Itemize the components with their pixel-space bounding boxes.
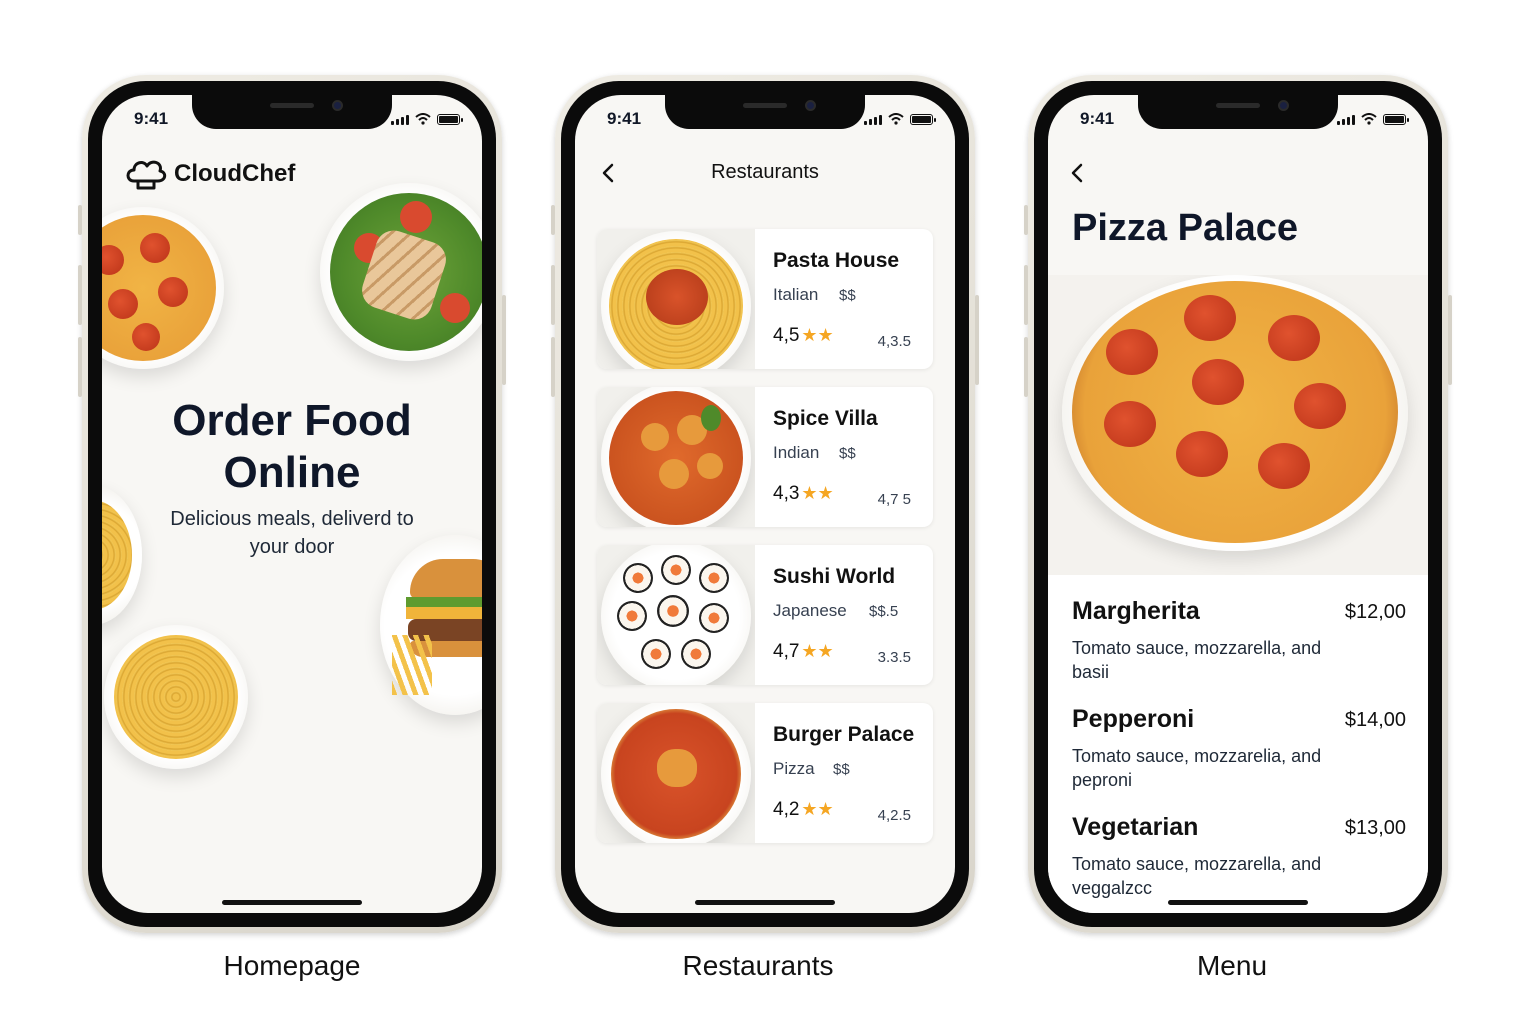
restaurant-thumbnail xyxy=(597,545,755,685)
pasta-bowl-image xyxy=(104,625,248,769)
restaurant-name: Spice Villa xyxy=(773,407,878,430)
home-indicator[interactable] xyxy=(695,900,835,905)
star-icon: ★★ xyxy=(801,799,834,819)
notch xyxy=(1138,95,1338,129)
brand-name: CloudChef xyxy=(174,160,296,187)
menu-item-price: $13,00 xyxy=(1344,817,1406,839)
phone-restaurants: 9:41 Restaurants Pasta House Italian $$ xyxy=(551,75,979,933)
side-pasta-plate-image xyxy=(102,485,142,625)
restaurant-distance: 4,3.5 xyxy=(877,333,911,350)
menu-item[interactable]: Pepperoni $14,00 Tomato sauce, mozzareli… xyxy=(1072,705,1406,792)
phone-homepage: 9:41 CloudChef Order Food Online Delicio… xyxy=(78,75,506,933)
restaurant-distance: 4,2.5 xyxy=(877,807,911,824)
star-icon: ★★ xyxy=(801,641,834,661)
status-time: 9:41 xyxy=(607,109,642,128)
caption-restaurants: Restaurants xyxy=(682,950,834,981)
status-bar xyxy=(1337,113,1409,125)
restaurants-screen: 9:41 Restaurants Pasta House Italian $$ xyxy=(575,95,955,913)
signal-icon xyxy=(864,115,882,125)
menu-item[interactable]: Margherita $12,00 Tomato sauce, mozzarel… xyxy=(1072,597,1406,684)
menu-list: Margherita $12,00 Tomato sauce, mozzarel… xyxy=(1048,575,1428,913)
restaurant-card-spice-villa[interactable]: Spice Villa Indian $$ 4,3 ★★ 4,7 5 xyxy=(597,387,933,527)
restaurant-rating: 4,3 ★★ xyxy=(773,483,834,504)
restaurant-price: $$ xyxy=(839,287,856,304)
home-indicator[interactable] xyxy=(222,900,362,905)
restaurant-cuisine: Japanese xyxy=(773,601,847,620)
homepage-screen: 9:41 CloudChef Order Food Online Delicio… xyxy=(102,95,482,913)
restaurant-title: Pizza Palace xyxy=(1072,207,1299,249)
restaurant-card-sushi-world[interactable]: Sushi World Japanese $$.5 4,7 ★★ 3.3.5 xyxy=(597,545,933,685)
restaurant-distance: 4,7 5 xyxy=(877,491,911,508)
pizza-hero-image xyxy=(1048,275,1428,575)
hero-title: Order Food Online xyxy=(172,396,412,497)
burger-plate-image xyxy=(380,535,482,715)
restaurant-cuisine: Indian xyxy=(773,443,820,462)
notch xyxy=(665,95,865,129)
wifi-icon xyxy=(888,113,904,125)
back-chevron-icon[interactable] xyxy=(1066,159,1090,187)
status-bar xyxy=(864,113,936,125)
star-icon: ★★ xyxy=(801,325,834,345)
restaurant-price: $$.5 xyxy=(869,603,899,620)
restaurant-card-burger-palace[interactable]: Burger Palace Pizza $$ 4,2 ★★ 4,2.5 xyxy=(597,703,933,843)
salad-bowl-image xyxy=(320,183,482,361)
restaurant-thumbnail xyxy=(597,229,755,369)
restaurant-card-pasta-house[interactable]: Pasta House Italian $$ 4,5 ★★ 4,3.5 xyxy=(597,229,933,369)
restaurant-cuisine: Italian xyxy=(773,285,819,304)
menu-item-description: Tomato sauce, mozzarelia, and peproni xyxy=(1072,746,1322,790)
status-time: 9:41 xyxy=(1080,109,1115,128)
home-indicator[interactable] xyxy=(1168,900,1308,905)
restaurant-rating: 4,2 ★★ xyxy=(773,799,834,820)
restaurant-thumbnail xyxy=(597,703,755,843)
restaurant-name: Pasta House xyxy=(773,249,900,272)
menu-item-description: Tomato sauce, mozzarella, and basii xyxy=(1072,638,1322,682)
restaurant-price: $$ xyxy=(833,761,850,778)
battery-icon xyxy=(1383,114,1409,125)
battery-icon xyxy=(437,114,463,125)
battery-icon xyxy=(910,114,936,125)
star-icon: ★★ xyxy=(801,483,834,503)
hero-subtitle: Delicious meals, deliverd to your door xyxy=(170,508,414,558)
restaurant-name: Burger Palace xyxy=(773,723,915,746)
restaurant-price: $$ xyxy=(839,445,856,462)
status-bar xyxy=(391,113,463,125)
signal-icon xyxy=(391,115,409,125)
page-title: Restaurants xyxy=(711,161,819,183)
restaurant-name: Sushi World xyxy=(773,565,896,588)
caption-menu: Menu xyxy=(1196,950,1268,981)
menu-screen: 9:41 Pizza Palace Margherita $12,00 Toma… xyxy=(1048,95,1428,913)
pizza-plate-image xyxy=(102,207,224,369)
restaurant-cuisine: Pizza xyxy=(773,759,815,778)
restaurant-thumbnail xyxy=(597,387,755,527)
restaurant-rating: 4,5 ★★ xyxy=(773,325,834,346)
signal-icon xyxy=(1337,115,1355,125)
menu-item-price: $14,00 xyxy=(1344,709,1406,731)
phone-menu: 9:41 Pizza Palace Margherita $12,00 Toma… xyxy=(1024,75,1452,933)
status-time: 9:41 xyxy=(134,109,169,128)
menu-item-description: Tomato sauce, mozzarella, and veggalzcc xyxy=(1072,854,1322,898)
wifi-icon xyxy=(415,113,431,125)
brand-logo[interactable]: CloudChef xyxy=(124,157,295,191)
restaurant-distance: 3.3.5 xyxy=(877,649,911,666)
wifi-icon xyxy=(1361,113,1377,125)
menu-item[interactable]: Vegetarian $13,00 Tomato sauce, mozzarel… xyxy=(1072,813,1406,900)
notch xyxy=(192,95,392,129)
menu-item-price: $12,00 xyxy=(1344,601,1406,623)
caption-homepage: Homepage xyxy=(223,950,361,981)
chef-hat-icon xyxy=(126,160,167,190)
restaurant-rating: 4,7 ★★ xyxy=(773,641,834,662)
